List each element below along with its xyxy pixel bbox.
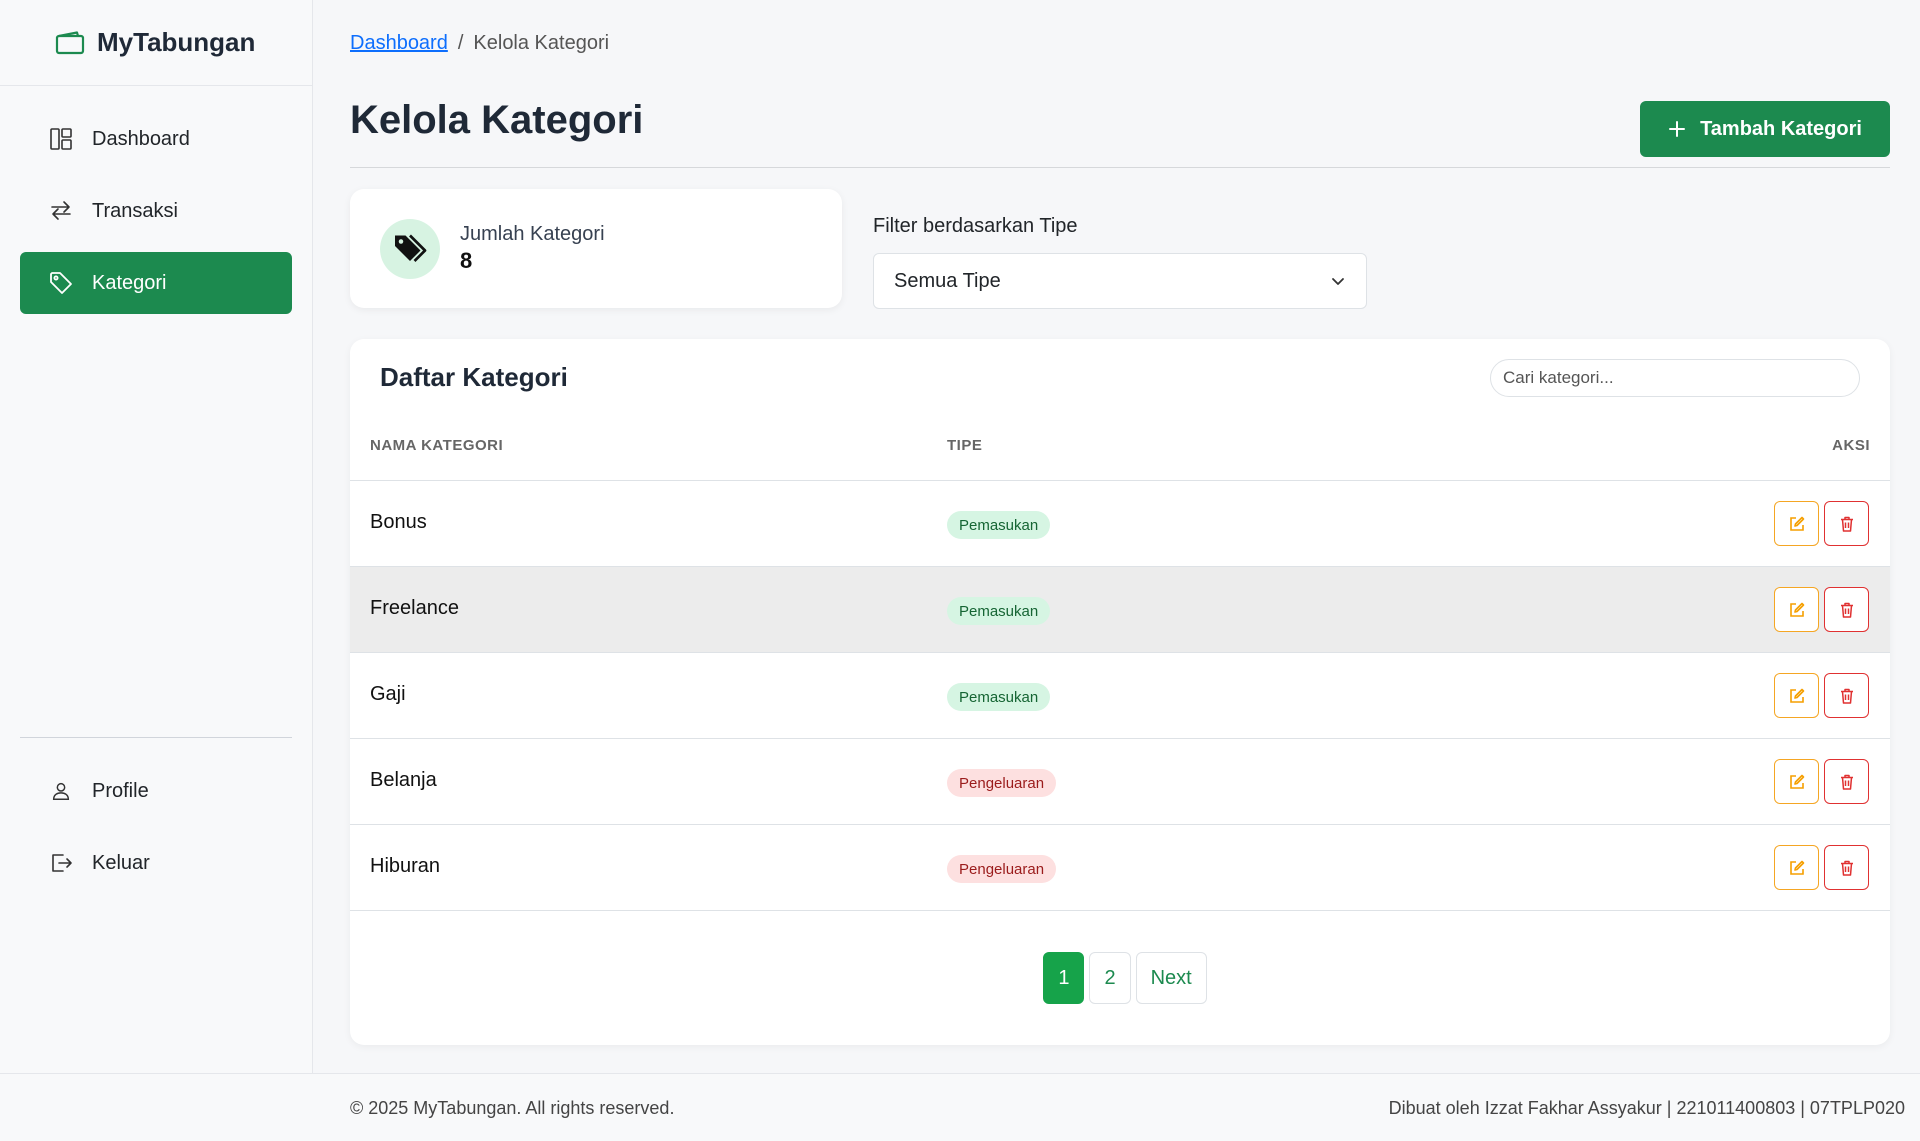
trash-icon [1840,516,1853,532]
title-divider [350,167,1890,168]
trash-icon [1840,774,1853,790]
table-row: Hiburan Pengeluaran [350,825,1890,911]
trash-icon [1840,688,1853,704]
category-name: Freelance [370,597,459,619]
trash-icon [1840,860,1853,876]
edit-icon [1789,602,1804,617]
page-title: Kelola Kategori [350,98,644,142]
add-category-label: Tambah Kategori [1700,117,1862,140]
sidebar-item-logout[interactable]: Keluar [20,832,292,894]
edit-button[interactable] [1774,673,1819,718]
delete-button[interactable] [1824,587,1869,632]
delete-button[interactable] [1824,845,1869,890]
page-button-2[interactable]: 2 [1089,952,1131,1004]
type-filter-select[interactable]: Semua Tipe [873,253,1367,309]
delete-button[interactable] [1824,673,1869,718]
table-row: Gaji Pemasukan [350,653,1890,739]
table-row: Bonus Pemasukan [350,481,1890,567]
category-name: Gaji [370,683,406,705]
breadcrumb-separator: / [457,32,464,54]
column-header-action: AKSI [1832,437,1870,454]
edit-icon [1789,516,1804,531]
dashboard-icon [48,126,74,152]
trash-icon [1840,602,1853,618]
page-button-1[interactable]: 1 [1043,952,1085,1004]
column-header-name: NAMA KATEGORI [370,437,504,454]
sidebar-item-transaksi[interactable]: Transaksi [20,180,292,242]
logout-icon [48,850,74,876]
category-count-card: Jumlah Kategori 8 [350,189,842,308]
table-body: Bonus Pemasukan Freelance Pemasukan Gaji… [350,481,1890,911]
brand-name: MyTabungan [97,27,256,57]
plus-icon [1669,121,1686,137]
edit-button[interactable] [1774,501,1819,546]
sidebar-item-dashboard[interactable]: Dashboard [20,108,292,170]
list-title: Daftar Kategori [380,362,568,392]
edit-button[interactable] [1774,845,1819,890]
wallet-icon [55,30,85,54]
type-badge: Pemasukan [947,683,1051,711]
category-name: Bonus [370,511,427,533]
edit-button[interactable] [1774,587,1819,632]
filter-label: Filter berdasarkan Tipe [873,215,1078,237]
sidebar-nav: Dashboard Transaksi Kategori [0,86,312,314]
user-icon [48,778,74,804]
next-page-button[interactable]: Next [1135,952,1207,1004]
search-input[interactable] [1490,359,1860,397]
sidebar-divider [20,737,292,738]
transfer-arrows-icon [48,198,74,224]
edit-icon [1789,688,1804,703]
delete-button[interactable] [1824,501,1869,546]
sidebar-item-label: Transaksi [92,199,178,222]
delete-button[interactable] [1824,759,1869,804]
sidebar-item-label: Kategori [92,271,167,294]
table-row: Freelance Pemasukan [350,567,1890,653]
add-category-button[interactable]: Tambah Kategori [1640,101,1890,157]
edit-icon [1789,860,1804,875]
category-count-label: Jumlah Kategori [460,223,605,245]
footer: © 2025 MyTabungan. All rights reserved. … [0,1073,1920,1141]
tag-icon [48,270,74,296]
breadcrumb-current: Kelola Kategori [473,32,610,54]
tags-icon [380,218,440,279]
type-badge: Pengeluaran [947,855,1057,883]
type-badge: Pengeluaran [947,769,1057,797]
category-name: Hiburan [370,855,441,877]
sidebar-item-label: Profile [92,779,149,802]
table-row: Belanja Pengeluaran [350,739,1890,825]
edit-icon [1789,774,1804,789]
sidebar-item-label: Keluar [92,851,150,874]
sidebar-item-label: Dashboard [92,127,190,150]
type-badge: Pemasukan [947,597,1051,625]
footer-credit: Dibuat oleh Izzat Fakhar Assyakur | 2210… [1388,1098,1905,1118]
breadcrumb: Dashboard / Kelola Kategori [350,32,609,55]
breadcrumb-link-dashboard[interactable]: Dashboard [350,32,448,55]
sidebar-item-kategori[interactable]: Kategori [20,252,292,314]
sidebar-bottom-nav: Profile Keluar [20,760,292,904]
sidebar-item-profile[interactable]: Profile [20,760,292,822]
category-name: Belanja [370,769,437,791]
pagination: 1 2 Next [350,952,1890,1004]
type-filter-value: Semua Tipe [894,269,1001,292]
category-count-value: 8 [460,248,473,273]
footer-copyright: © 2025 MyTabungan. All rights reserved. [350,1098,675,1118]
edit-button[interactable] [1774,759,1819,804]
sidebar: MyTabungan Dashboard Transaksi Kategori … [0,0,313,1073]
type-badge: Pemasukan [947,511,1051,539]
category-list-card: Daftar Kategori NAMA KATEGORI TIPE AKSI … [350,339,1890,1045]
table-header: NAMA KATEGORI TIPE AKSI [350,409,1890,481]
brand[interactable]: MyTabungan [0,0,312,86]
chevron-down-icon [1332,278,1344,285]
column-header-type: TIPE [947,437,983,454]
